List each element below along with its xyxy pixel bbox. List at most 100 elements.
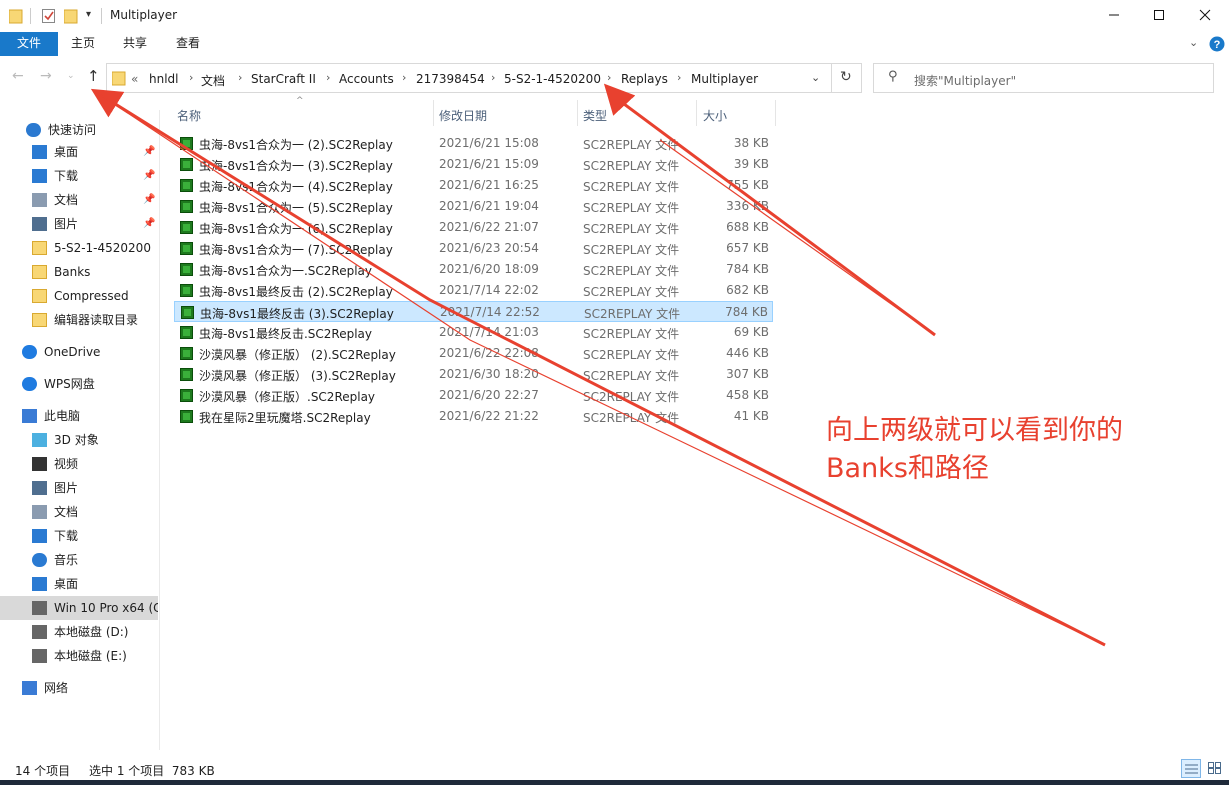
file-row[interactable]: 虫海-8vs1最终反击.SC2Replay 2021/7/14 21:03 SC2R… <box>174 322 773 343</box>
up-button[interactable]: ↑ <box>87 67 100 85</box>
divider <box>101 8 102 24</box>
file-row[interactable]: 虫海-8vs1合众为一 (2).SC2Replay 2021/6/21 15:08… <box>174 133 773 154</box>
search-placeholder[interactable]: 搜索"Multiplayer" <box>914 72 1016 89</box>
breadcrumb-separator-icon[interactable]: › <box>677 71 681 84</box>
sidebar-item[interactable]: 图片 <box>0 476 158 500</box>
expand-ribbon-icon[interactable]: ⌄ <box>1189 36 1198 49</box>
sidebar-item[interactable]: 桌面 📌 <box>0 140 158 164</box>
address-row: ← → ⌄ ↑ « hnldl › 文档 › StarCraft II › Ac… <box>0 62 1229 94</box>
tab-file[interactable]: 文件 <box>0 32 58 56</box>
file-row[interactable]: 虫海-8vs1合众为一 (4).SC2Replay 2021/6/21 16:25… <box>174 175 773 196</box>
search-field[interactable]: ⚲ 搜索"Multiplayer" <box>873 63 1214 93</box>
close-button[interactable] <box>1199 9 1211 21</box>
file-name: 虫海-8vs1合众为一 (2).SC2Replay <box>199 138 393 152</box>
file-type: SC2REPLAY 文件 <box>583 390 680 404</box>
file-name: 虫海-8vs1合众为一 (5).SC2Replay <box>199 201 393 215</box>
minimize-button[interactable] <box>1108 9 1120 21</box>
divider <box>30 8 31 24</box>
sidebar-item-label: 5-S2-1-4520200 <box>54 241 151 255</box>
breadcrumb-separator-icon[interactable]: › <box>491 71 495 84</box>
column-divider[interactable] <box>696 100 697 126</box>
folder-icon <box>9 9 23 24</box>
sidebar-item-label: 网络 <box>44 681 69 695</box>
file-row[interactable]: 虫海-8vs1合众为一 (7).SC2Replay 2021/6/23 20:54… <box>174 238 773 259</box>
breadcrumb-profile[interactable]: 5-S2-1-4520200 <box>504 72 601 86</box>
file-row[interactable]: 虫海-8vs1合众为一 (6).SC2Replay 2021/6/22 21:07… <box>174 217 773 238</box>
file-row[interactable]: 虫海-8vs1最终反击 (2).SC2Replay 2021/7/14 22:02… <box>174 280 773 301</box>
sidebar-item[interactable]: 本地磁盘 (D:) <box>0 620 158 644</box>
column-type[interactable]: 类型 <box>583 107 607 124</box>
sidebar-item[interactable]: Compressed <box>0 284 158 308</box>
breadcrumb-overflow[interactable]: « <box>131 72 138 86</box>
breadcrumb-separator-icon[interactable]: › <box>326 71 330 84</box>
file-type: SC2REPLAY 文件 <box>583 201 680 215</box>
sidebar-item[interactable]: 文档 📌 <box>0 188 158 212</box>
file-row[interactable]: 沙漠风暴（修正版） (3).SC2Replay 2021/6/30 18:20 SC… <box>174 364 773 385</box>
address-bar[interactable]: « hnldl › 文档 › StarCraft II › Accounts ›… <box>106 63 832 93</box>
column-name[interactable]: 名称 <box>177 107 201 124</box>
column-divider[interactable] <box>775 100 776 126</box>
breadcrumb-separator-icon[interactable]: › <box>607 71 611 84</box>
breadcrumb-starcraft[interactable]: StarCraft II <box>251 72 316 86</box>
breadcrumb-separator-icon[interactable]: › <box>189 71 193 84</box>
sidebar-item[interactable]: 图片 📌 <box>0 212 158 236</box>
file-row[interactable]: 虫海-8vs1合众为一 (5).SC2Replay 2021/6/21 19:04… <box>174 196 773 217</box>
cube-icon <box>32 433 47 447</box>
forward-button[interactable]: → <box>40 68 52 84</box>
breadcrumb-hnldl[interactable]: hnldl <box>149 72 179 86</box>
address-dropdown-icon[interactable]: ⌄ <box>811 71 820 84</box>
breadcrumb-accounts[interactable]: Accounts <box>339 72 394 86</box>
sidebar-item[interactable]: 下载 <box>0 524 158 548</box>
refresh-button[interactable]: ↻ <box>832 63 862 93</box>
sidebar-item[interactable]: 视频 <box>0 452 158 476</box>
annotation-line-1: 向上两级就可以看到你的 <box>826 415 1123 446</box>
sidebar-item[interactable]: Banks <box>0 260 158 284</box>
sidebar-item[interactable]: 3D 对象 <box>0 428 158 452</box>
file-row[interactable]: 我在星际2里玩魔塔.SC2Replay 2021/6/22 21:22 SC2REP… <box>174 406 773 427</box>
back-button[interactable]: ← <box>12 68 24 84</box>
tab-share[interactable]: 共享 <box>114 32 156 56</box>
file-row[interactable]: 沙漠风暴（修正版） (2).SC2Replay 2021/6/22 22:08 SC… <box>174 343 773 364</box>
breadcrumb-multiplayer[interactable]: Multiplayer <box>691 72 758 86</box>
sidebar-item[interactable]: 下载 📌 <box>0 164 158 188</box>
column-date[interactable]: 修改日期 <box>439 107 487 124</box>
window-title: Multiplayer <box>110 8 178 22</box>
column-headers: ^ 名称 修改日期 类型 大小 <box>160 96 780 130</box>
sidebar-item[interactable]: 此电脑 <box>0 404 158 428</box>
sidebar-item[interactable]: OneDrive <box>0 340 158 364</box>
help-icon[interactable]: ? <box>1209 36 1225 52</box>
breadcrumb-separator-icon[interactable]: › <box>402 71 406 84</box>
maximize-button[interactable] <box>1153 9 1165 21</box>
recent-locations-icon[interactable]: ⌄ <box>67 71 75 81</box>
sidebar-item[interactable]: 快速访问 <box>0 118 158 142</box>
properties-icon[interactable] <box>42 8 56 24</box>
tab-view[interactable]: 查看 <box>167 32 209 56</box>
file-row[interactable]: 虫海-8vs1最终反击 (3).SC2Replay 2021/7/14 22:52… <box>174 301 773 322</box>
column-divider[interactable] <box>577 100 578 126</box>
breadcrumb-documents[interactable]: 文档 <box>201 72 225 89</box>
sidebar-item[interactable]: WPS网盘 <box>0 372 158 396</box>
new-folder-icon[interactable] <box>64 8 78 24</box>
folder-icon <box>112 71 126 86</box>
details-view-button[interactable] <box>1181 759 1201 778</box>
breadcrumb-replays[interactable]: Replays <box>621 72 668 86</box>
file-row[interactable]: 虫海-8vs1合众为一.SC2Replay 2021/6/20 18:09 SC2R… <box>174 259 773 280</box>
breadcrumb-separator-icon[interactable]: › <box>238 71 242 84</box>
sidebar-item[interactable]: Win 10 Pro x64 (C <box>0 596 158 620</box>
large-icons-view-button[interactable] <box>1205 759 1225 778</box>
sidebar-item[interactable]: 网络 <box>0 676 158 700</box>
sidebar-item[interactable]: 音乐 <box>0 548 158 572</box>
sidebar-item[interactable]: 5-S2-1-4520200 <box>0 236 158 260</box>
sidebar-item[interactable]: 文档 <box>0 500 158 524</box>
breadcrumb-account-id[interactable]: 217398454 <box>416 72 485 86</box>
file-row[interactable]: 沙漠风暴（修正版）.SC2Replay 2021/6/20 22:27 SC2REP… <box>174 385 773 406</box>
sc2replay-file-icon <box>180 137 193 150</box>
file-row[interactable]: 虫海-8vs1合众为一 (3).SC2Replay 2021/6/21 15:09… <box>174 154 773 175</box>
sidebar-item[interactable]: 编辑器读取目录 <box>0 308 158 332</box>
sidebar-item[interactable]: 桌面 <box>0 572 158 596</box>
sidebar-item[interactable]: 本地磁盘 (E:) <box>0 644 158 668</box>
quick-access-dropdown-icon[interactable]: ▾ <box>86 9 91 20</box>
column-divider[interactable] <box>433 100 434 126</box>
column-size[interactable]: 大小 <box>703 107 727 124</box>
tab-home[interactable]: 主页 <box>62 32 104 56</box>
